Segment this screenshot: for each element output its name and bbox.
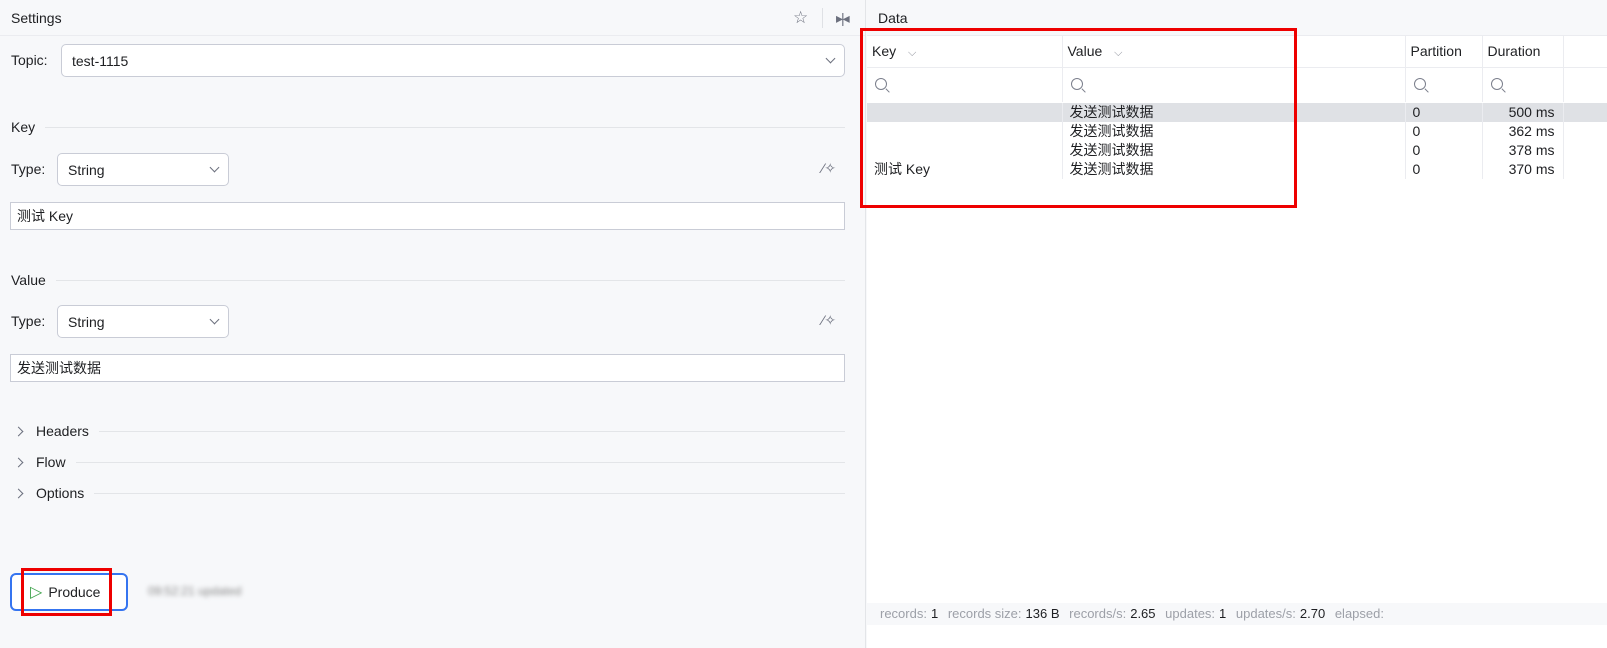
value-type-value: String bbox=[68, 313, 105, 330]
highlight-box bbox=[21, 568, 112, 616]
partition-filter[interactable] bbox=[1404, 67, 1482, 103]
chevron-down-icon bbox=[825, 53, 836, 64]
column-partition[interactable]: Partition bbox=[1404, 36, 1482, 68]
value-type-select[interactable]: String bbox=[57, 305, 229, 338]
options-label: Options bbox=[36, 485, 85, 501]
settings-header: Settings ☆ ▸|◂ bbox=[0, 0, 865, 36]
divider bbox=[822, 8, 823, 28]
status-bar: records: 1 records size: 136 B records/s: 2… bbox=[867, 603, 1607, 625]
key-type-label: Type: bbox=[11, 161, 46, 177]
topic-select[interactable]: test-1115 bbox=[61, 44, 845, 77]
chevron-right-icon bbox=[13, 488, 24, 498]
key-type-select[interactable]: String bbox=[57, 153, 229, 186]
chevron-down-icon bbox=[209, 314, 220, 325]
key-section: Key bbox=[11, 119, 845, 135]
magic-wand-icon[interactable]: ⁄✧ bbox=[822, 160, 836, 177]
value-section-label: Value bbox=[11, 272, 46, 288]
headers-section[interactable]: Headers bbox=[13, 423, 845, 439]
headers-label: Headers bbox=[36, 423, 89, 439]
data-panel: Data Key ⌵ Value ⌵ Partition Duration 发送… bbox=[860, 0, 1607, 648]
magic-wand-icon[interactable]: ⁄✧ bbox=[822, 312, 836, 329]
column-duration[interactable]: Duration bbox=[1481, 36, 1563, 68]
topic-label: Topic: bbox=[11, 52, 48, 68]
flow-section[interactable]: Flow bbox=[13, 454, 845, 470]
search-icon bbox=[1490, 77, 1503, 90]
options-section[interactable]: Options bbox=[13, 485, 845, 501]
search-icon bbox=[1413, 77, 1426, 90]
updated-text: 09:52:21 updated bbox=[148, 584, 242, 598]
settings-panel: Settings ☆ ▸|◂ Topic: test-1115 Key Type… bbox=[0, 0, 866, 648]
topic-value: test-1115 bbox=[72, 52, 129, 69]
duration-filter[interactable] bbox=[1481, 67, 1563, 103]
flow-label: Flow bbox=[36, 454, 66, 470]
chevron-right-icon bbox=[13, 426, 24, 436]
chevron-down-icon bbox=[209, 162, 220, 173]
data-title: Data bbox=[878, 10, 908, 26]
split-toggle-icon[interactable]: ▸|◂ bbox=[836, 0, 850, 36]
value-input[interactable]: 发送测试数据 bbox=[10, 354, 845, 382]
key-type-value: String bbox=[68, 161, 105, 178]
highlight-box bbox=[860, 28, 1297, 208]
star-icon[interactable]: ☆ bbox=[793, 0, 808, 36]
value-type-label: Type: bbox=[11, 313, 46, 329]
settings-title: Settings bbox=[11, 10, 62, 26]
value-section: Value bbox=[11, 272, 845, 288]
chevron-right-icon bbox=[13, 457, 24, 467]
key-input[interactable]: 测试 Key bbox=[10, 202, 845, 230]
key-section-label: Key bbox=[11, 119, 36, 135]
column-more[interactable] bbox=[1562, 36, 1607, 68]
